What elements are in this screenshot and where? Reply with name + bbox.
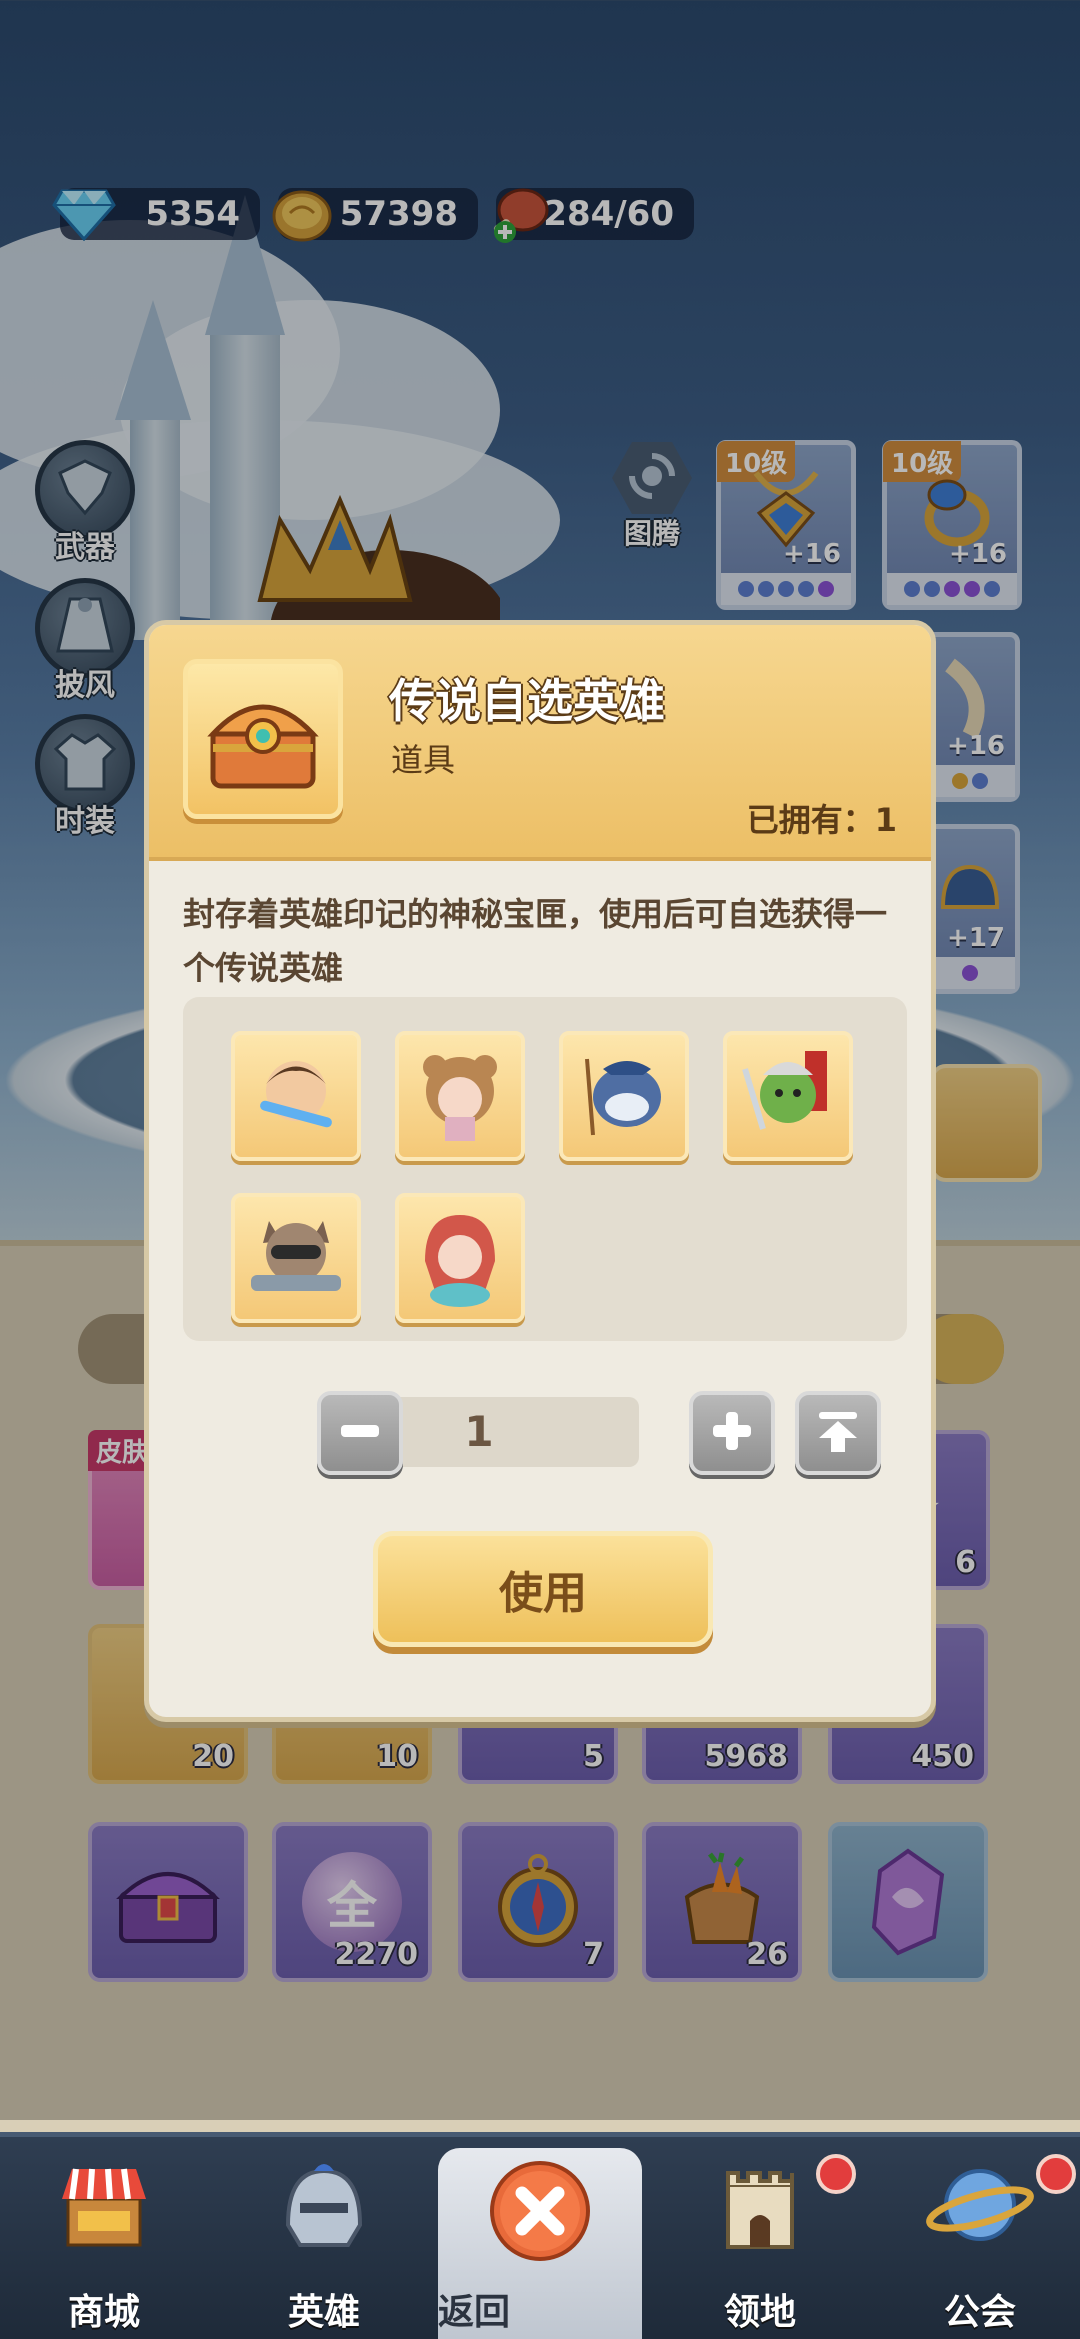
dialog-header: 传说自选英雄 道具 已拥有：1 xyxy=(149,625,931,861)
notification-badge xyxy=(1036,2154,1076,2194)
nav-heroes-label: 英雄 xyxy=(287,2292,360,2333)
use-button[interactable]: 使用 xyxy=(373,1531,713,1647)
quantity-value[interactable]: 1 xyxy=(319,1397,639,1467)
owned-count: 已拥有：1 xyxy=(746,801,897,839)
shop-icon xyxy=(54,2155,154,2259)
hero-choice[interactable] xyxy=(231,1031,361,1161)
hero-shark-fisher-icon xyxy=(569,1039,679,1153)
notification-badge xyxy=(816,2154,856,2194)
quantity-stepper: 1 xyxy=(149,1385,931,1475)
item-type: 道具 xyxy=(391,741,456,779)
treasure-chest-icon xyxy=(183,659,343,819)
hero-mermaid-icon xyxy=(405,1201,515,1315)
nav-territory[interactable]: 领地 xyxy=(660,2132,860,2339)
nav-guild-label: 公会 xyxy=(943,2292,1016,2333)
hero-choice[interactable] xyxy=(395,1193,525,1323)
nav-back[interactable]: 返回 xyxy=(438,2148,642,2339)
max-button[interactable] xyxy=(795,1391,881,1475)
hero-helmet-icon xyxy=(274,2155,374,2259)
nav-guild[interactable]: 公会 xyxy=(880,2132,1080,2339)
hero-warrior-icon xyxy=(241,1039,351,1153)
plus-icon xyxy=(707,1406,757,1460)
nav-heroes[interactable]: 英雄 xyxy=(224,2132,424,2339)
castle-icon xyxy=(710,2155,810,2259)
hero-choice-list xyxy=(183,997,907,1341)
hero-choice[interactable] xyxy=(723,1031,853,1161)
hero-choice[interactable] xyxy=(231,1193,361,1323)
nav-back-label: 返回 xyxy=(438,2292,511,2333)
item-title: 传说自选英雄 xyxy=(389,674,665,728)
item-detail-dialog: 传说自选英雄 道具 已拥有：1 封存着英雄印记的神秘宝匣，使用后可自选获得一个传… xyxy=(144,620,936,1722)
hero-orc-icon xyxy=(733,1039,843,1153)
nav-shop[interactable]: 商城 xyxy=(4,2132,204,2339)
increase-button[interactable] xyxy=(689,1391,775,1475)
hero-raccoon-gunner-icon xyxy=(241,1201,351,1315)
hero-bear-girl-icon xyxy=(405,1039,515,1153)
hero-choice[interactable] xyxy=(395,1031,525,1161)
max-arrow-icon xyxy=(813,1406,863,1460)
hero-choice[interactable] xyxy=(559,1031,689,1161)
close-icon xyxy=(488,2159,592,2267)
nav-shop-label: 商城 xyxy=(67,2292,140,2333)
planet-icon xyxy=(925,2155,1035,2259)
item-description: 封存着英雄印记的神秘宝匣，使用后可自选获得一个传说英雄 xyxy=(183,895,888,987)
nav-territory-label: 领地 xyxy=(723,2292,796,2333)
